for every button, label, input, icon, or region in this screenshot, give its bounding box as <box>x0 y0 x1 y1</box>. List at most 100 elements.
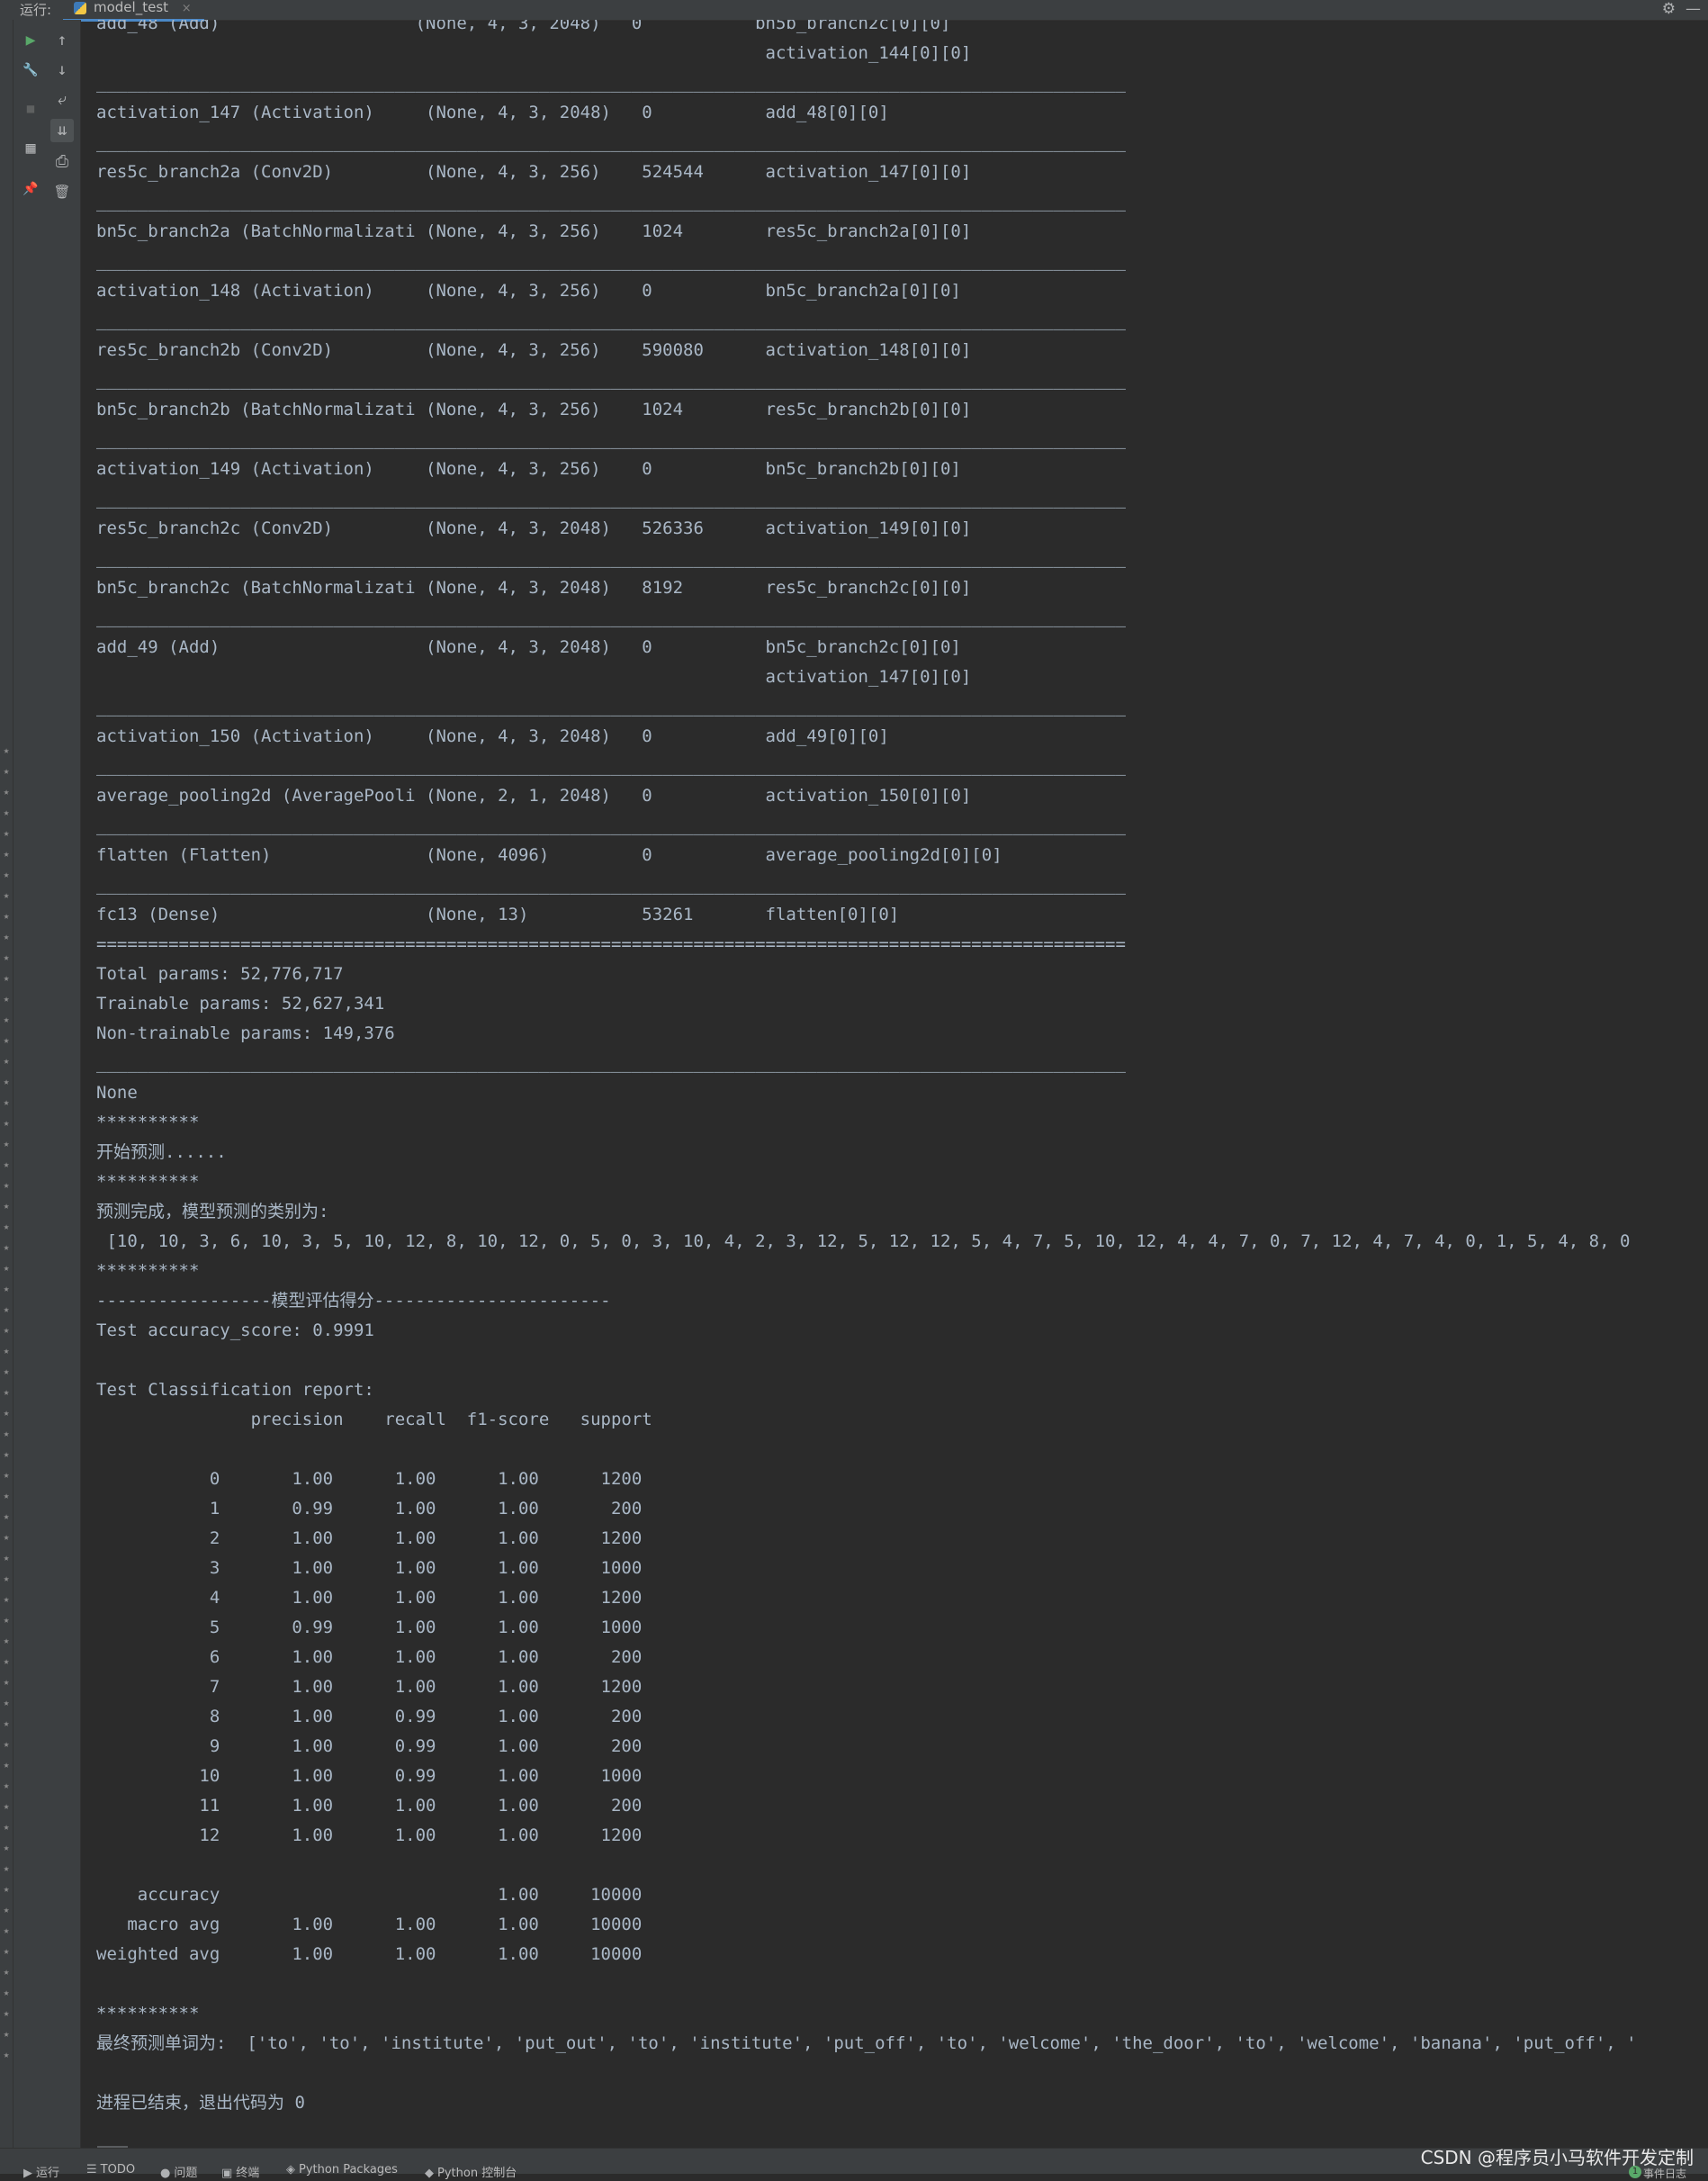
scroll-to-end-icon[interactable]: ⇊ <box>50 119 74 142</box>
minimize-icon[interactable]: — <box>1686 0 1701 18</box>
console-line: -----------------模型评估得分-----------------… <box>96 1291 611 1311</box>
console-line: weighted avg 1.00 1.00 1.00 10000 <box>96 1944 643 1964</box>
console-line: 12 1.00 1.00 1.00 1200 <box>96 1825 643 1845</box>
console-line: [10, 10, 3, 6, 10, 3, 5, 10, 12, 8, 10, … <box>96 1231 1631 1251</box>
console-line: bn5c_branch2c (BatchNormalizati (None, 4… <box>96 578 972 598</box>
console-line: accuracy 1.00 10000 <box>96 1885 643 1905</box>
console-line: 6 1.00 1.00 1.00 200 <box>96 1647 643 1667</box>
console-line: ********** <box>96 1172 200 1192</box>
console-line: ________________________________________… <box>96 132 1126 152</box>
stop-icon[interactable]: ■ <box>19 97 42 121</box>
console-line: ________________________________________… <box>96 697 1126 716</box>
run-toolbar: ▶ ↑ 🔧 ↓ ■ ⤶ ▦ ⇊ ⎙ 📌 🗑 <box>13 20 81 2148</box>
side-tool-strip: 结构 ★ ★ ★ ★ ★ ★ ★ ★ ★ ★ ★ ★ ★ ★ ★ ★ ★ ★ ★… <box>0 20 13 2148</box>
terminal-icon: ▣ <box>221 2167 233 2180</box>
console-line: activation_148 (Activation) (None, 4, 3,… <box>96 281 961 301</box>
console-line: activation_149 (Activation) (None, 4, 3,… <box>96 459 961 479</box>
tab-todo-label: TODO <box>100 2163 136 2176</box>
console-line: res5c_branch2a (Conv2D) (None, 4, 3, 256… <box>96 162 972 182</box>
tab-problems[interactable]: ● 问题 <box>160 2163 197 2180</box>
tab-python-packages[interactable]: ◈ Python Packages <box>286 2163 398 2176</box>
tab-python-console-label: Python 控制台 <box>437 2167 517 2180</box>
packages-icon: ◈ <box>286 2163 295 2176</box>
rerun-icon[interactable]: ▶ <box>19 29 42 52</box>
pin-icon[interactable]: 📌 <box>19 177 42 201</box>
console-line: activation_150 (Activation) (None, 4, 3,… <box>96 726 889 746</box>
console-line: average_pooling2d (AveragePooli (None, 2… <box>96 786 972 806</box>
console-line: ========================================… <box>96 934 1126 954</box>
tab-terminal[interactable]: ▣ 终端 <box>221 2163 259 2180</box>
console-line: 0 1.00 1.00 1.00 1200 <box>96 1469 643 1489</box>
console-line: 进程已结束，退出代码为 0 <box>96 2093 305 2113</box>
favorites-stars[interactable]: ★ ★ ★ ★ ★ ★ ★ ★ ★ ★ ★ ★ ★ ★ ★ ★ ★ ★ ★ ★ … <box>0 740 13 2065</box>
console-line: 8 1.00 0.99 1.00 200 <box>96 1707 643 1726</box>
run-label: 运行: <box>20 2 52 18</box>
console-line: ________________________________________… <box>96 429 1126 449</box>
console-line: bn5c_branch2b (BatchNormalizati (None, 4… <box>96 400 972 419</box>
console-line: ********** <box>96 2004 200 2023</box>
console-line: activation_147[0][0] <box>96 667 972 687</box>
run-icon: ▶ <box>23 2167 32 2180</box>
console-line: 1 0.99 1.00 1.00 200 <box>96 1499 643 1519</box>
console-line: ________________________________________… <box>96 251 1126 271</box>
soft-wrap-icon[interactable]: ⤶ <box>50 88 74 112</box>
python-file-icon <box>74 2 86 14</box>
console-line: ________________________________________… <box>96 756 1126 776</box>
console-line: ________________________________________… <box>96 816 1126 835</box>
close-tab-icon[interactable]: × <box>182 2 192 15</box>
console-line: ________________________________________… <box>96 73 1126 93</box>
console-line: Test Classification report: <box>96 1380 374 1400</box>
console-line: ________________________________________… <box>96 192 1126 212</box>
console-line: ________________________________________… <box>96 489 1126 509</box>
console-line: ________________________________________… <box>96 875 1126 895</box>
list-icon: ☰ <box>86 2163 97 2176</box>
console-line: 11 1.00 1.00 1.00 200 <box>96 1796 643 1816</box>
tab-run[interactable]: ▶ 运行 <box>23 2163 59 2180</box>
console-text: add_48 (Add) (None, 4, 3, 2048) 0 bn5b_b… <box>96 20 1637 2118</box>
python-console-icon: ◆ <box>425 2167 434 2180</box>
console-line: Total params: 52,776,717 <box>96 964 344 984</box>
console-line: 4 1.00 1.00 1.00 1200 <box>96 1588 643 1608</box>
console-line: 9 1.00 0.99 1.00 200 <box>96 1736 643 1756</box>
console-line: precision recall f1-score support <box>96 1410 652 1429</box>
console-line: Trainable params: 52,627,341 <box>96 994 385 1014</box>
wrench-icon[interactable]: 🔧 <box>19 59 42 82</box>
console-line: None <box>96 1083 138 1103</box>
console-line: activation_144[0][0] <box>96 43 972 63</box>
console-line: Test accuracy_score: 0.9991 <box>96 1320 374 1340</box>
console-line: 预测完成，模型预测的类别为: <box>96 1202 329 1221</box>
console-line: 7 1.00 1.00 1.00 1200 <box>96 1677 643 1697</box>
console-line: ________________________________________… <box>96 370 1126 390</box>
tab-label: model_test <box>94 0 169 15</box>
tab-python-console[interactable]: ◆ Python 控制台 <box>425 2163 517 2180</box>
console-line: ________________________________________… <box>96 608 1126 627</box>
tab-python-packages-label: Python Packages <box>299 2163 398 2176</box>
console-line: ________________________________________… <box>96 1053 1126 1073</box>
console-line: activation_147 (Activation) (None, 4, 3,… <box>96 103 889 122</box>
console-line: bn5c_branch2a (BatchNormalizati (None, 4… <box>96 221 972 241</box>
up-arrow-icon[interactable]: ↑ <box>50 29 74 52</box>
csdn-watermark: CSDN @程序员小马软件开发定制 <box>1420 2147 1694 2168</box>
tab-model-test[interactable]: model_test × <box>63 0 204 22</box>
print-icon[interactable]: ⎙ <box>50 150 74 174</box>
down-arrow-icon[interactable]: ↓ <box>50 59 74 82</box>
console-line: ________________________________________… <box>96 548 1126 568</box>
console-line: fc13 (Dense) (None, 13) 53261 flatten[0]… <box>96 905 900 924</box>
console-line: res5c_branch2c (Conv2D) (None, 4, 3, 204… <box>96 518 972 538</box>
console-line: res5c_branch2b (Conv2D) (None, 4, 3, 256… <box>96 340 972 360</box>
console-line: ________________________________________… <box>96 311 1126 330</box>
console-line: macro avg 1.00 1.00 1.00 10000 <box>96 1915 643 1934</box>
console-line: add_48 (Add) (None, 4, 3, 2048) 0 bn5b_b… <box>96 20 951 33</box>
run-tool-window-header: 运行: model_test × ⚙ — <box>0 0 1708 22</box>
console-output[interactable]: add_48 (Add) (None, 4, 3, 2048) 0 bn5b_b… <box>81 20 1708 2148</box>
tab-todo[interactable]: ☰ TODO <box>86 2163 135 2176</box>
console-line: flatten (Flatten) (None, 4096) 0 average… <box>96 845 1002 865</box>
layout-icon[interactable]: ▦ <box>19 137 42 160</box>
console-line: add_49 (Add) (None, 4, 3, 2048) 0 bn5c_b… <box>96 637 961 657</box>
console-line: 开始预测...... <box>96 1142 227 1162</box>
trash-icon[interactable]: 🗑 <box>50 180 74 203</box>
gear-icon[interactable]: ⚙ <box>1662 0 1676 18</box>
